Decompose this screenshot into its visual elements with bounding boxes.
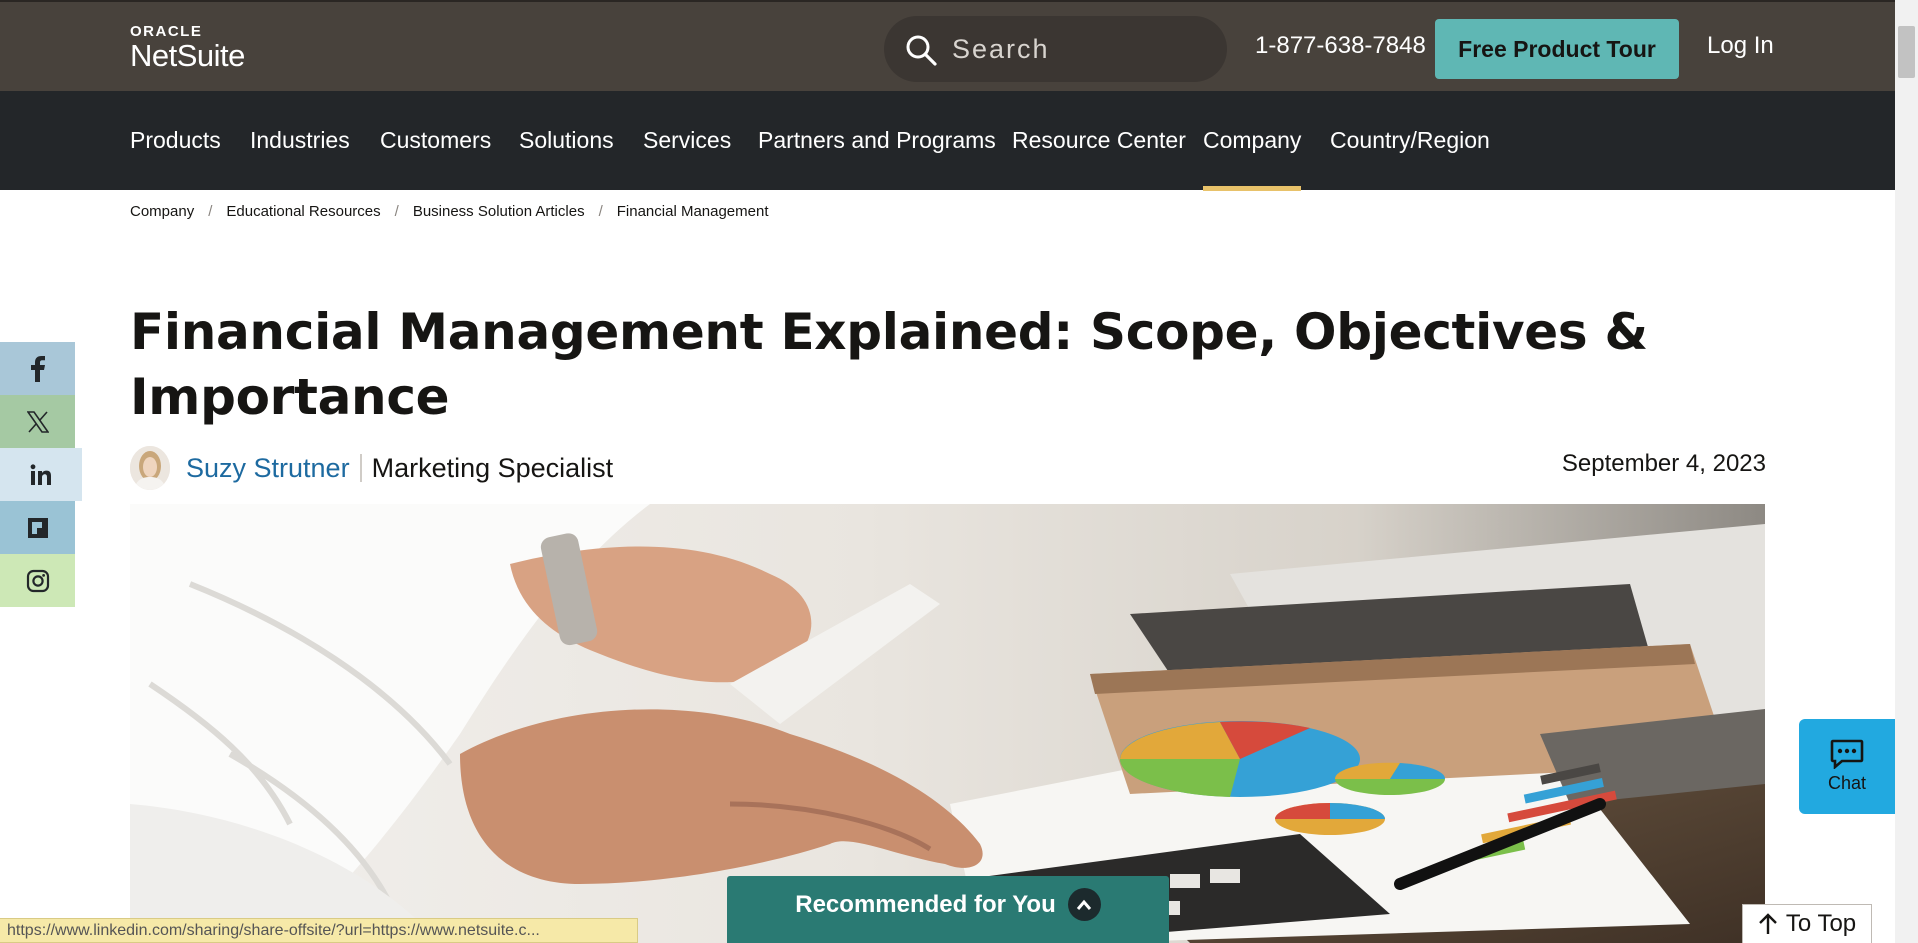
main-nav: Products Industries Customers Solutions … [0,91,1895,191]
chat-button[interactable]: Chat [1799,719,1895,814]
breadcrumb-separator: / [394,203,399,220]
scrollbar-track[interactable] [1895,0,1918,943]
chat-icon [1830,739,1864,769]
search-input[interactable] [952,30,1202,68]
breadcrumb-financial-management[interactable]: Financial Management [617,203,769,220]
search-box[interactable] [884,16,1227,82]
share-facebook-button[interactable] [0,342,75,395]
publish-date: September 4, 2023 [1561,450,1766,477]
facebook-icon [30,355,45,382]
phone-link[interactable]: 1-877-638-7848 [1255,32,1426,60]
breadcrumb-separator: / [598,203,603,220]
arrow-up-icon [1759,913,1777,934]
byline-divider [359,454,362,482]
share-instagram-button[interactable] [0,554,75,607]
linkedin-icon [30,463,51,485]
nav-industries[interactable]: Industries [250,127,350,154]
breadcrumb-business-solution-articles[interactable]: Business Solution Articles [413,203,585,220]
nav-country-region[interactable]: Country/Region [1330,127,1490,154]
recommended-for-you-panel-toggle[interactable]: Recommended for You [727,876,1169,943]
article-title-line-2: Importance [130,368,450,426]
nav-solutions[interactable]: Solutions [519,127,614,154]
breadcrumb-company[interactable]: Company [130,203,194,220]
x-icon [26,410,49,433]
share-x-button[interactable] [0,395,75,448]
free-product-tour-button[interactable]: Free Product Tour [1435,19,1679,79]
search-icon [906,35,937,66]
recommended-label: Recommended for You [795,891,1056,918]
nav-partners-and-programs[interactable]: Partners and Programs [758,127,996,154]
article-title: Financial Management Explained: Scope, O… [130,300,1770,430]
browser-status-url: https://www.linkedin.com/sharing/share-o… [0,918,638,943]
share-flipboard-button[interactable] [0,501,75,554]
netsuite-logo[interactable]: ORACLE NetSuite [130,24,245,73]
breadcrumb-educational-resources[interactable]: Educational Resources [226,203,380,220]
author-role: Marketing Specialist [371,452,614,483]
breadcrumb-separator: / [208,203,213,220]
nav-resource-center[interactable]: Resource Center [1012,127,1186,154]
chat-label: Chat [1827,773,1867,793]
top-header: ORACLE NetSuite 1-877-638-7848 Free Prod… [0,0,1895,91]
instagram-icon [26,569,49,592]
author-name-link[interactable]: Suzy Strutner [186,453,350,484]
breadcrumb: Company / Educational Resources / Business S… [130,203,769,220]
chevron-up-icon [1067,888,1101,921]
article-title-line-1: Financial Management Explained: Scope, O… [130,303,1648,361]
author-avatar [130,446,170,490]
to-top-label: To Top [1785,910,1857,937]
to-top-button[interactable]: To Top [1742,904,1872,943]
nav-services[interactable]: Services [643,127,731,154]
nav-products[interactable]: Products [130,127,221,154]
logo-oracle-text: ORACLE [130,23,203,40]
flipboard-icon [27,517,48,538]
logo-netsuite-text: NetSuite [130,38,245,73]
share-linkedin-button[interactable] [0,448,82,501]
nav-customers[interactable]: Customers [380,127,491,154]
scrollbar-thumb[interactable] [1898,26,1915,78]
login-link[interactable]: Log In [1707,32,1774,60]
author-byline: Suzy Strutner Marketing Specialist [130,446,613,490]
nav-company[interactable]: Company [1203,127,1302,191]
